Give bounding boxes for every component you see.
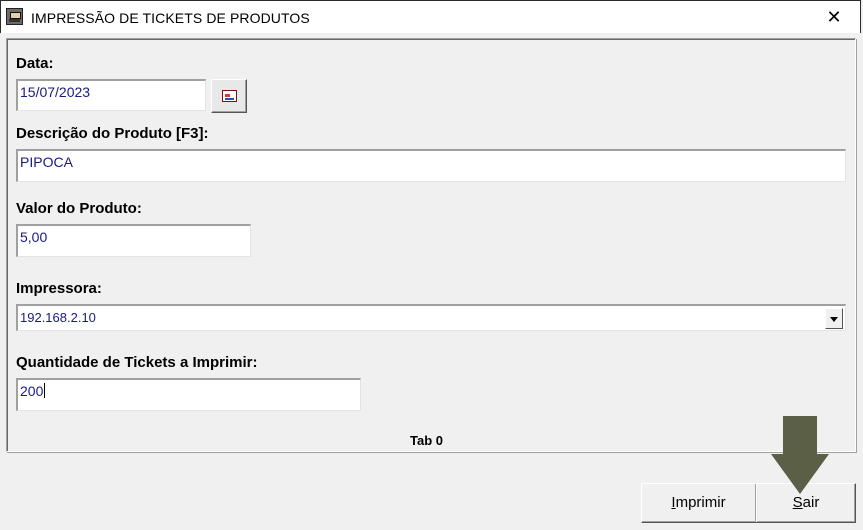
printer-select-value: 192.168.2.10 (20, 310, 96, 325)
tab-label[interactable]: Tab 0 (410, 433, 443, 448)
description-label: Descrição do Produto [F3]: (16, 125, 209, 142)
title-bar: IMPRESSÃO DE TICKETS DE PRODUTOS ✕ (0, 0, 861, 33)
print-button[interactable]: Imprimir (642, 484, 756, 522)
down-arrow-annotation (771, 416, 829, 494)
print-button-label: mprimir (675, 494, 726, 511)
quantity-field[interactable]: 200 (16, 378, 361, 411)
exit-button-accel: S (792, 494, 803, 511)
window-title: IMPRESSÃO DE TICKETS DE PRODUTOS (31, 10, 310, 26)
calendar-icon (222, 90, 237, 102)
exit-button-label: air (802, 494, 820, 511)
price-field[interactable]: 5,00 (16, 224, 251, 257)
quantity-label: Quantidade de Tickets a Imprimir: (16, 354, 258, 371)
description-field[interactable]: PIPOCA (16, 149, 846, 182)
date-field[interactable]: 15/07/2023 (16, 79, 206, 111)
dropdown-arrow-icon[interactable] (825, 308, 843, 329)
printer-label: Impressora: (16, 280, 102, 297)
calendar-button[interactable] (211, 79, 247, 113)
text-caret (44, 383, 46, 398)
price-label: Valor do Produto: (16, 200, 142, 217)
date-label: Data: (16, 55, 54, 72)
printer-select[interactable]: 192.168.2.10 (16, 304, 846, 331)
close-icon[interactable]: ✕ (820, 5, 848, 29)
app-icon (6, 8, 23, 25)
quantity-value: 200 (20, 383, 44, 399)
